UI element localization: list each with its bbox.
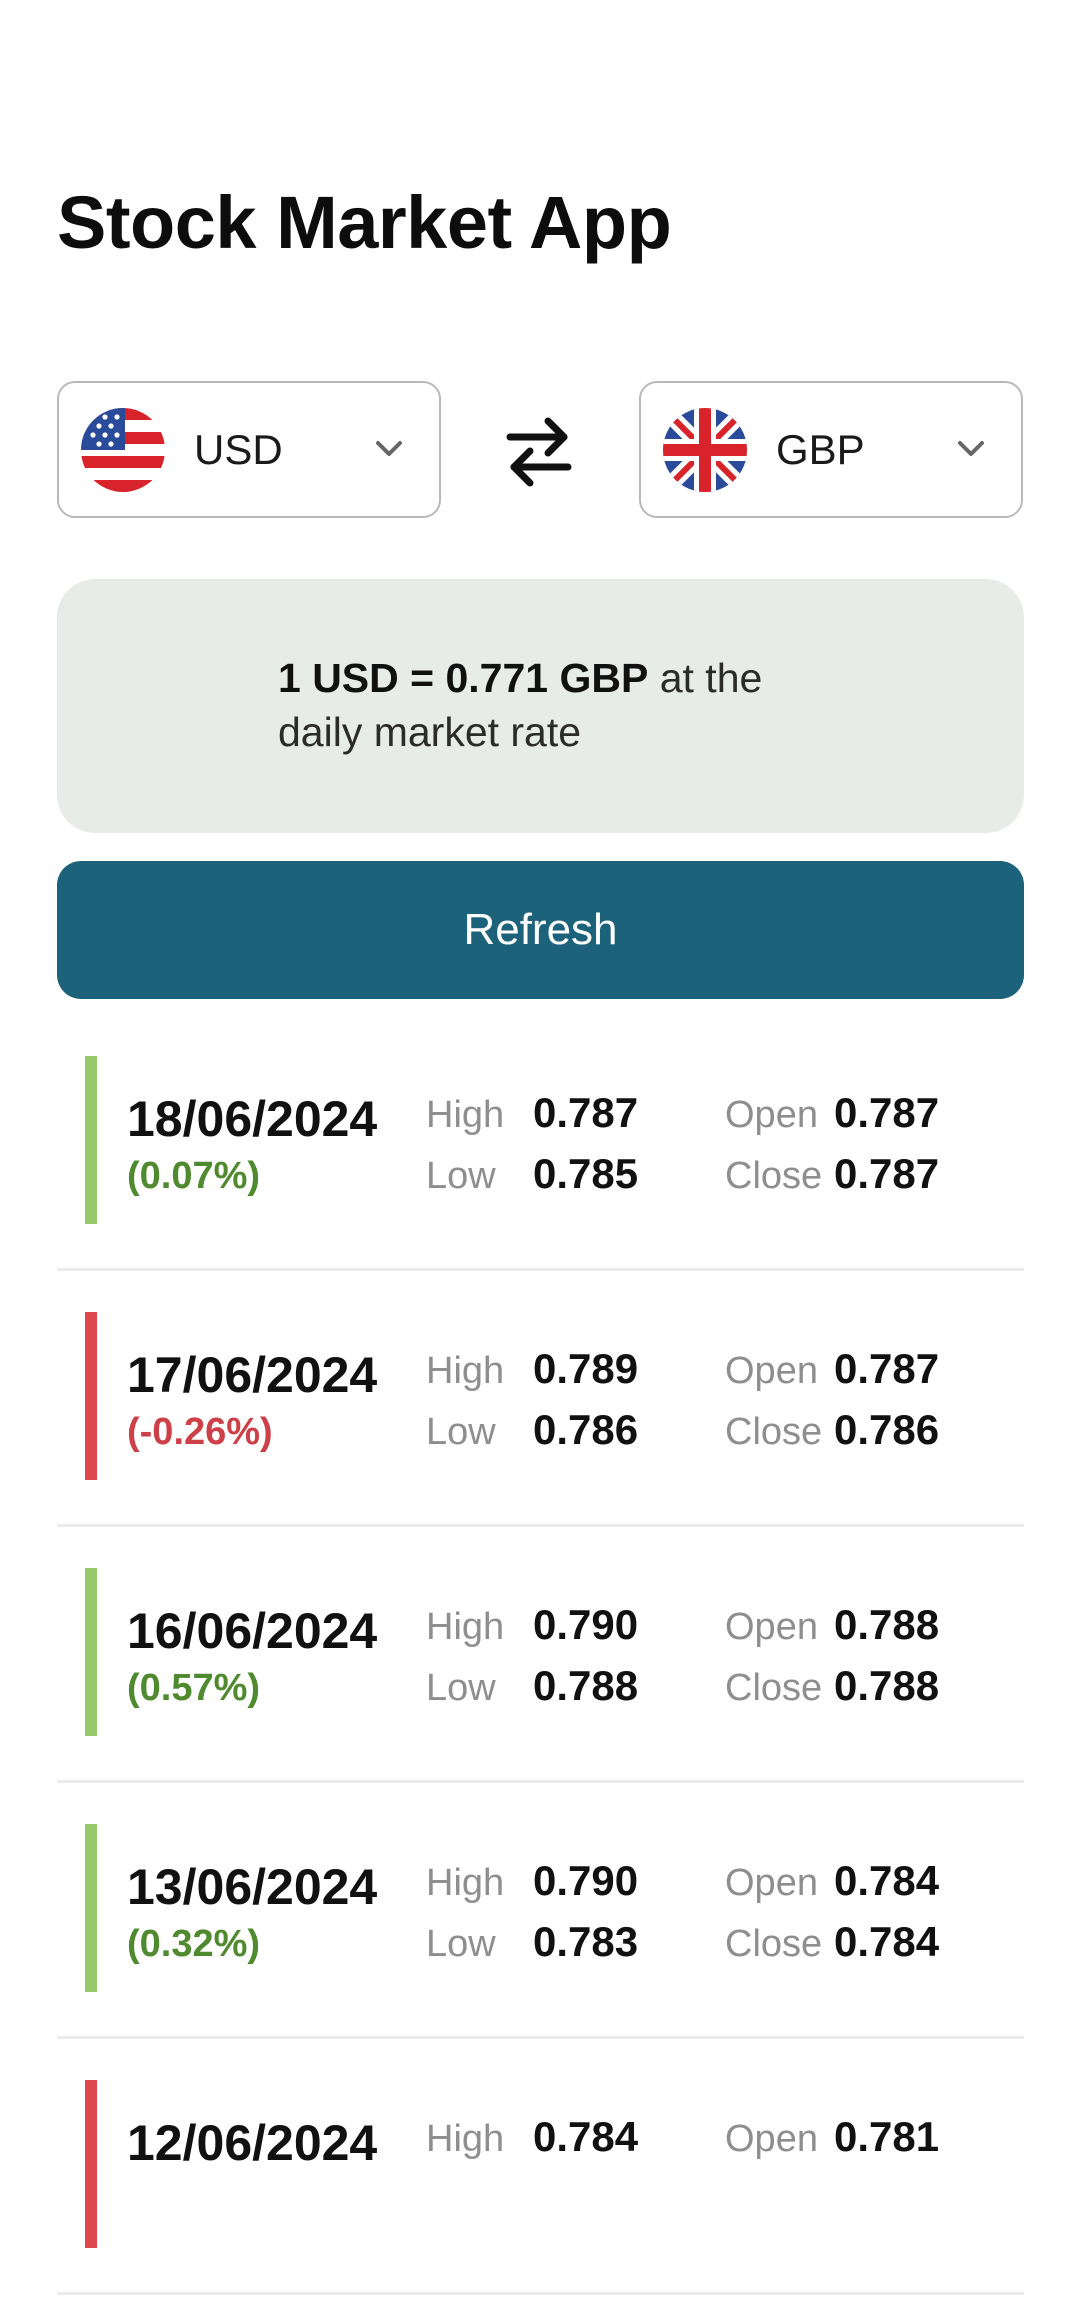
chevron-down-icon	[371, 431, 407, 467]
open-value: 0.784	[834, 1857, 940, 1904]
trend-indicator-bar	[85, 1824, 97, 1992]
low-label: Low	[426, 1411, 496, 1453]
row-date: 16/06/2024	[127, 1603, 378, 1659]
exchange-rate-suffix: at the	[648, 655, 763, 701]
high-label: High	[426, 1862, 505, 1904]
row-divider	[57, 1780, 1024, 1783]
row-change-percent: (0.07%)	[127, 1155, 261, 1197]
row-date: 17/06/2024	[127, 1347, 378, 1403]
trend-indicator-bar	[85, 1568, 97, 1736]
open-label: Open	[725, 1094, 818, 1136]
close-value: 0.787	[834, 1150, 940, 1197]
high-value: 0.790	[533, 1857, 639, 1904]
history-row: 13/06/2024 (0.32%) High 0.790 Low 0.783 …	[0, 1786, 1080, 2042]
row-change-percent: (0.57%)	[127, 1667, 261, 1709]
open-label: Open	[725, 1350, 818, 1392]
history-row: 12/06/2024 High 0.784 Open 0.781	[0, 2042, 1080, 2298]
low-label: Low	[426, 1667, 496, 1709]
low-label: Low	[426, 1923, 496, 1965]
open-label: Open	[725, 1862, 818, 1904]
page-title: Stock Market App	[57, 181, 672, 264]
open-value: 0.787	[834, 1345, 940, 1392]
swap-currencies-button[interactable]	[498, 411, 580, 491]
exchange-rate-value: 1 USD = 0.771 GBP	[278, 655, 649, 701]
high-label: High	[426, 2118, 505, 2160]
close-label: Close	[725, 1155, 823, 1197]
refresh-button[interactable]: Refresh	[57, 861, 1024, 999]
high-label: High	[426, 1094, 505, 1136]
low-value: 0.788	[533, 1662, 639, 1709]
low-value: 0.785	[533, 1150, 639, 1197]
trend-indicator-bar	[85, 1056, 97, 1224]
high-value: 0.790	[533, 1601, 639, 1648]
row-divider	[57, 1268, 1024, 1271]
history-row: 18/06/2024 (0.07%) High 0.787 Low 0.785 …	[0, 1018, 1080, 1274]
from-currency-select[interactable]: USD	[57, 381, 441, 518]
row-divider	[57, 2292, 1024, 2295]
high-value: 0.787	[533, 1089, 639, 1136]
low-value: 0.786	[533, 1406, 639, 1453]
row-date: 13/06/2024	[127, 1859, 378, 1915]
rate-history-list: 18/06/2024 (0.07%) High 0.787 Low 0.785 …	[0, 1018, 1080, 2298]
row-change-percent: (-0.26%)	[127, 1411, 273, 1453]
history-row: 17/06/2024 (-0.26%) High 0.789 Low 0.786…	[0, 1274, 1080, 1530]
open-label: Open	[725, 1606, 818, 1648]
row-date: 12/06/2024	[127, 2115, 378, 2171]
open-value: 0.788	[834, 1601, 940, 1648]
exchange-rate-text: 1 USD = 0.771 GBP at the daily market ra…	[278, 651, 838, 759]
close-value: 0.784	[834, 1918, 940, 1965]
high-value: 0.789	[533, 1345, 639, 1392]
history-row: 16/06/2024 (0.57%) High 0.790 Low 0.788 …	[0, 1530, 1080, 1786]
to-currency-select[interactable]: GBP	[639, 381, 1023, 518]
trend-indicator-bar	[85, 1312, 97, 1480]
open-label: Open	[725, 2118, 818, 2160]
swap-arrows-icon	[498, 417, 580, 495]
close-value: 0.788	[834, 1662, 940, 1709]
from-currency-code: USD	[194, 426, 283, 473]
to-currency-code: GBP	[776, 426, 865, 473]
high-label: High	[426, 1606, 505, 1648]
close-label: Close	[725, 1923, 823, 1965]
row-divider	[57, 1524, 1024, 1527]
low-label: Low	[426, 1155, 496, 1197]
open-value: 0.781	[834, 2113, 940, 2160]
uk-flag-icon	[663, 408, 747, 492]
row-change-percent: (0.32%)	[127, 1923, 261, 1965]
row-date: 18/06/2024	[127, 1091, 378, 1147]
us-flag-icon	[81, 408, 165, 492]
high-value: 0.784	[533, 2113, 639, 2160]
open-value: 0.787	[834, 1089, 940, 1136]
close-value: 0.786	[834, 1406, 940, 1453]
trend-indicator-bar	[85, 2080, 97, 2248]
exchange-rate-card: 1 USD = 0.771 GBP at the daily market ra…	[57, 579, 1024, 833]
low-value: 0.783	[533, 1918, 639, 1965]
high-label: High	[426, 1350, 505, 1392]
row-divider	[57, 2036, 1024, 2039]
exchange-rate-note: daily market rate	[278, 709, 582, 755]
chevron-down-icon	[953, 431, 989, 467]
close-label: Close	[725, 1667, 823, 1709]
close-label: Close	[725, 1411, 823, 1453]
